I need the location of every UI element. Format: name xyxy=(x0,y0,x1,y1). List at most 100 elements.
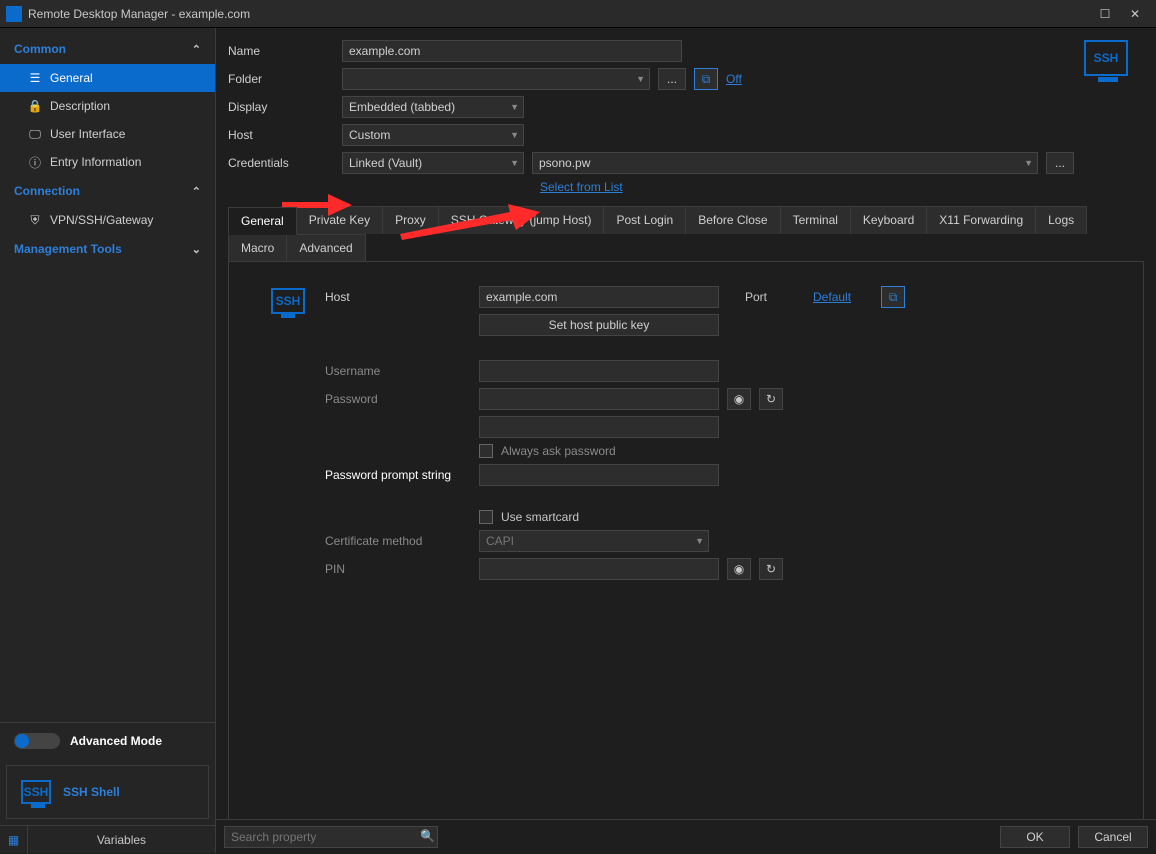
sidebar-item-label: VPN/SSH/Gateway xyxy=(50,213,153,227)
tab-logs[interactable]: Logs xyxy=(1035,206,1087,234)
footer: 🔍 OK Cancel xyxy=(216,819,1156,853)
sidebar-item-label: Entry Information xyxy=(50,155,141,169)
folder-select[interactable]: ▼ xyxy=(342,68,650,90)
sidebar-item-label: Description xyxy=(50,99,110,113)
chevron-up-icon: ⌃ xyxy=(192,185,201,198)
host-label: Host xyxy=(325,290,471,304)
tab-before-close[interactable]: Before Close xyxy=(685,206,780,234)
section-connection[interactable]: Connection ⌃ xyxy=(0,176,215,206)
sidebar-item-user-interface[interactable]: 🖵 User Interface xyxy=(0,120,215,148)
hostmode-select[interactable]: Custom ▼ xyxy=(342,124,524,146)
password-label: Password xyxy=(325,392,471,406)
folder-label: Folder xyxy=(228,72,334,86)
credentials-mode-select[interactable]: Linked (Vault) ▼ xyxy=(342,152,524,174)
pin-input xyxy=(479,558,719,580)
name-label: Name xyxy=(228,44,334,58)
section-common-label: Common xyxy=(14,42,66,56)
reveal-password-icon[interactable]: ◉ xyxy=(727,388,751,410)
display-select[interactable]: Embedded (tabbed) ▼ xyxy=(342,96,524,118)
lock-icon: 🔒 xyxy=(28,99,42,113)
credentials-entry-select[interactable]: psono.pw ▼ xyxy=(532,152,1038,174)
chevron-down-icon: ▼ xyxy=(636,74,645,84)
app-icon xyxy=(6,6,22,22)
sidebar-item-vpn-ssh-gateway[interactable]: ⛨ VPN/SSH/Gateway xyxy=(0,206,215,234)
host-input[interactable] xyxy=(479,286,719,308)
tab-x11-forwarding[interactable]: X11 Forwarding xyxy=(926,206,1036,234)
reveal-pin-icon[interactable]: ◉ xyxy=(727,558,751,580)
pin-label: PIN xyxy=(325,562,471,576)
search-property-input[interactable] xyxy=(224,826,438,848)
generate-password-icon[interactable]: ↻ xyxy=(759,388,783,410)
tabs: General Private Key Proxy SSH Gateway (j… xyxy=(228,206,1144,262)
name-input[interactable] xyxy=(342,40,682,62)
grid-icon[interactable]: ▦ xyxy=(0,826,28,854)
sidebar-item-label: General xyxy=(50,71,93,85)
select-from-list-link[interactable]: Select from List xyxy=(540,180,623,194)
display-label: Display xyxy=(228,100,334,114)
username-input xyxy=(479,360,719,382)
credentials-entry-value: psono.pw xyxy=(539,156,590,170)
port-link-icon[interactable]: ⧉ xyxy=(881,286,905,308)
advanced-mode-row: Advanced Mode xyxy=(0,723,215,759)
advanced-mode-label: Advanced Mode xyxy=(70,734,162,748)
tab-keyboard[interactable]: Keyboard xyxy=(850,206,927,234)
tab-terminal[interactable]: Terminal xyxy=(780,206,851,234)
chevron-down-icon: ⌄ xyxy=(192,243,201,256)
monitor-icon: 🖵 xyxy=(28,127,42,141)
close-button[interactable]: ✕ xyxy=(1120,4,1150,24)
password-prompt-string-input[interactable] xyxy=(479,464,719,486)
hostmode-label: Host xyxy=(228,128,334,142)
section-common[interactable]: Common ⌃ xyxy=(0,34,215,64)
credentials-browse-button[interactable]: ... xyxy=(1046,152,1074,174)
always-ask-label: Always ask password xyxy=(501,444,616,458)
generate-pin-icon[interactable]: ↻ xyxy=(759,558,783,580)
category-ssh-shell[interactable]: SSH SSH Shell xyxy=(6,765,209,819)
port-default-link[interactable]: Default xyxy=(813,290,851,304)
tab-advanced[interactable]: Advanced xyxy=(286,234,365,261)
cancel-button[interactable]: Cancel xyxy=(1078,826,1148,848)
ssh-shell-label: SSH Shell xyxy=(63,785,120,799)
certificate-method-select: CAPI ▼ xyxy=(479,530,709,552)
search-icon[interactable]: 🔍 xyxy=(420,829,435,843)
chevron-down-icon: ▼ xyxy=(510,130,519,140)
username-label: Username xyxy=(325,364,471,378)
section-management-tools[interactable]: Management Tools ⌄ xyxy=(0,234,215,264)
sidebar-item-label: User Interface xyxy=(50,127,125,141)
folder-link-icon[interactable]: ⧉ xyxy=(694,68,718,90)
off-link[interactable]: Off xyxy=(726,72,742,86)
sidebar-item-general[interactable]: ☰ General xyxy=(0,64,215,92)
password-input xyxy=(479,388,719,410)
entry-form: SSH Name Folder ▼ ... ⧉ Off Display xyxy=(228,40,1144,194)
tab-private-key[interactable]: Private Key xyxy=(296,206,383,234)
certificate-method-label: Certificate method xyxy=(325,534,471,548)
tab-macro[interactable]: Macro xyxy=(228,234,287,261)
advanced-mode-toggle[interactable] xyxy=(14,733,60,749)
list-icon: ☰ xyxy=(28,71,42,85)
set-host-public-key-button[interactable]: Set host public key xyxy=(479,314,719,336)
variables-row: ▦ Variables xyxy=(0,825,215,853)
section-management-label: Management Tools xyxy=(14,242,122,256)
section-connection-label: Connection xyxy=(14,184,80,198)
chevron-down-icon: ▼ xyxy=(510,158,519,168)
sidebar-item-entry-information[interactable]: ⓘ Entry Information xyxy=(0,148,215,176)
ok-button[interactable]: OK xyxy=(1000,826,1070,848)
tab-ssh-gateway[interactable]: SSH Gateway (jump Host) xyxy=(438,206,605,234)
maximize-button[interactable]: ☐ xyxy=(1090,4,1120,24)
folder-browse-button[interactable]: ... xyxy=(658,68,686,90)
port-label: Port xyxy=(745,290,767,304)
tab-proxy[interactable]: Proxy xyxy=(382,206,439,234)
ssh-icon: SSH xyxy=(271,288,305,314)
tab-general[interactable]: General xyxy=(228,207,297,235)
variables-button[interactable]: Variables xyxy=(28,833,215,847)
credentials-label: Credentials xyxy=(228,156,334,170)
credentials-mode-value: Linked (Vault) xyxy=(349,156,422,170)
use-smartcard-label: Use smartcard xyxy=(501,510,579,524)
chevron-down-icon: ▼ xyxy=(510,102,519,112)
sidebar-item-description[interactable]: 🔒 Description xyxy=(0,92,215,120)
ssh-icon: SSH xyxy=(21,780,51,804)
password-confirm-input xyxy=(479,416,719,438)
tab-post-login[interactable]: Post Login xyxy=(603,206,686,234)
use-smartcard-checkbox[interactable] xyxy=(479,510,493,524)
always-ask-password-checkbox[interactable] xyxy=(479,444,493,458)
shield-icon: ⛨ xyxy=(28,213,42,227)
